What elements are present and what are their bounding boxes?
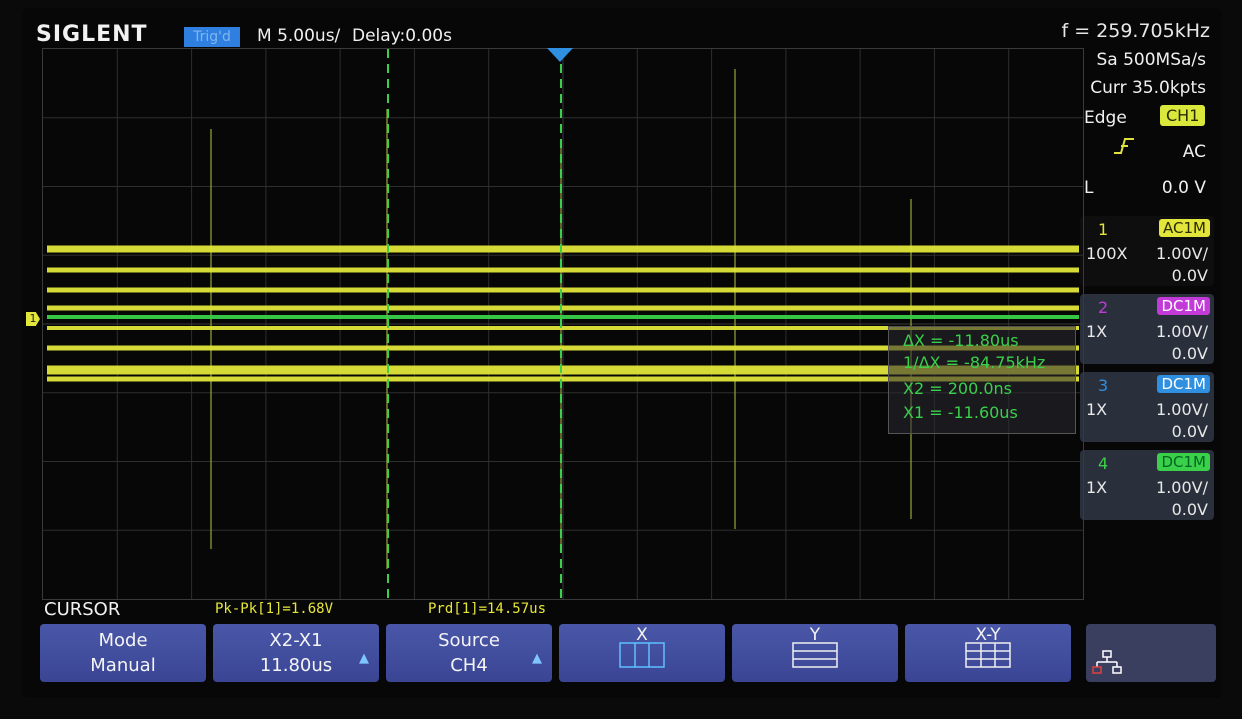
menu-title: CURSOR	[44, 599, 121, 620]
trigger-status-badge: Trig'd	[184, 27, 240, 47]
waveform-canvas	[43, 49, 1083, 599]
x-cursor-icon	[619, 642, 665, 668]
channel-coupling-badge: DC1M	[1157, 297, 1210, 315]
channel-offset: 0.0V	[1171, 422, 1208, 441]
softkey-mode[interactable]: Mode Manual	[40, 624, 206, 682]
softkey-label: X-Y	[975, 625, 1001, 645]
trigger-level-label: L	[1084, 178, 1094, 198]
ch1-offset-marker[interactable]: 1	[26, 312, 40, 326]
trigger-level-value: 0.0 V	[1161, 178, 1206, 198]
measurement-period: Prd[1]=14.57us	[428, 601, 547, 617]
channel-scale: 1.00V/	[1156, 478, 1208, 497]
channel-number: 4	[1098, 454, 1109, 473]
memory-depth-readout: Curr 35.0kpts	[1090, 78, 1206, 98]
channel-3-block[interactable]: 3 DC1M 1X 1.00V/ 0.0V	[1080, 372, 1214, 442]
channel-coupling-badge: AC1M	[1159, 219, 1210, 237]
softkey-x-cursor[interactable]: X	[559, 624, 725, 682]
softkey-label: Source	[438, 630, 500, 651]
softkey-label: X2-X1	[269, 630, 323, 651]
channel-scale: 1.00V/	[1156, 322, 1208, 341]
channel-probe: 1X	[1086, 478, 1108, 497]
softkey-label: Mode	[98, 630, 148, 651]
softkey-network[interactable]	[1086, 624, 1216, 682]
channel-coupling-badge: DC1M	[1157, 453, 1210, 471]
trigger-coupling: AC	[1182, 142, 1206, 162]
softkey-value: CH4	[450, 655, 488, 676]
xy-cursor-icon	[965, 642, 1011, 668]
up-arrow-icon: ▲	[532, 651, 542, 666]
brand-logo: SIGLENT	[36, 22, 148, 47]
measurement-pkpk: Pk-Pk[1]=1.68V	[215, 601, 334, 617]
channel-probe: 1X	[1086, 400, 1108, 419]
channel-offset: 0.0V	[1171, 266, 1208, 285]
channel-2-block[interactable]: 2 DC1M 1X 1.00V/ 0.0V	[1080, 294, 1214, 364]
channel-probe: 100X	[1086, 244, 1128, 263]
cursor-readout-box: ΔX = -11.80us 1/ΔX = -84.75kHz X2 = 200.…	[888, 326, 1076, 434]
rising-edge-icon	[1112, 136, 1136, 161]
softkey-y-cursor[interactable]: Y	[732, 624, 898, 682]
channel-offset: 0.0V	[1171, 500, 1208, 519]
trigger-source-badge: CH1	[1160, 105, 1206, 126]
sample-rate-readout: Sa 500MSa/s	[1096, 50, 1206, 70]
trigger-position-marker	[547, 48, 573, 62]
x2-readout: X2 = 200.0ns	[903, 379, 1012, 398]
up-arrow-icon: ▲	[359, 651, 369, 666]
channel-scale: 1.00V/	[1156, 400, 1208, 419]
inverse-delta-x-readout: 1/ΔX = -84.75kHz	[903, 353, 1046, 372]
channel-scale: 1.00V/	[1156, 244, 1208, 263]
softkey-label: X	[636, 625, 648, 645]
delta-x-readout: ΔX = -11.80us	[903, 331, 1019, 350]
network-icon	[1092, 650, 1122, 674]
channel-coupling-badge: DC1M	[1157, 375, 1210, 393]
channel-number: 2	[1098, 298, 1109, 317]
frequency-readout: f = 259.705kHz	[1061, 20, 1210, 42]
channel-offset: 0.0V	[1171, 344, 1208, 363]
trigger-type: Edge	[1084, 108, 1127, 128]
delay-label: Delay:0.00s	[352, 26, 452, 46]
channel-number: 1	[1098, 220, 1109, 239]
x1-readout: X1 = -11.60us	[903, 403, 1018, 422]
softkey-value: Manual	[90, 655, 156, 676]
y-cursor-icon	[792, 642, 838, 668]
softkey-x2-x1[interactable]: X2-X1 11.80us ▲	[213, 624, 379, 682]
channel-4-block[interactable]: 4 DC1M 1X 1.00V/ 0.0V	[1080, 450, 1214, 520]
waveform-grid	[42, 48, 1084, 600]
softkey-source[interactable]: Source CH4 ▲	[386, 624, 552, 682]
channel-number: 3	[1098, 376, 1109, 395]
softkey-value: 11.80us	[259, 655, 333, 676]
softkey-xy-cursor[interactable]: X-Y	[905, 624, 1071, 682]
scope-screen: SIGLENT Trig'd M 5.00us/ Delay:0.00s f =…	[22, 8, 1222, 698]
grid-lines	[43, 49, 1083, 599]
channel-probe: 1X	[1086, 322, 1108, 341]
channel-1-block[interactable]: 1 AC1M 100X 1.00V/ 0.0V	[1080, 216, 1214, 286]
timebase-label: M 5.00us/	[257, 26, 341, 46]
softkey-label: Y	[809, 625, 821, 645]
